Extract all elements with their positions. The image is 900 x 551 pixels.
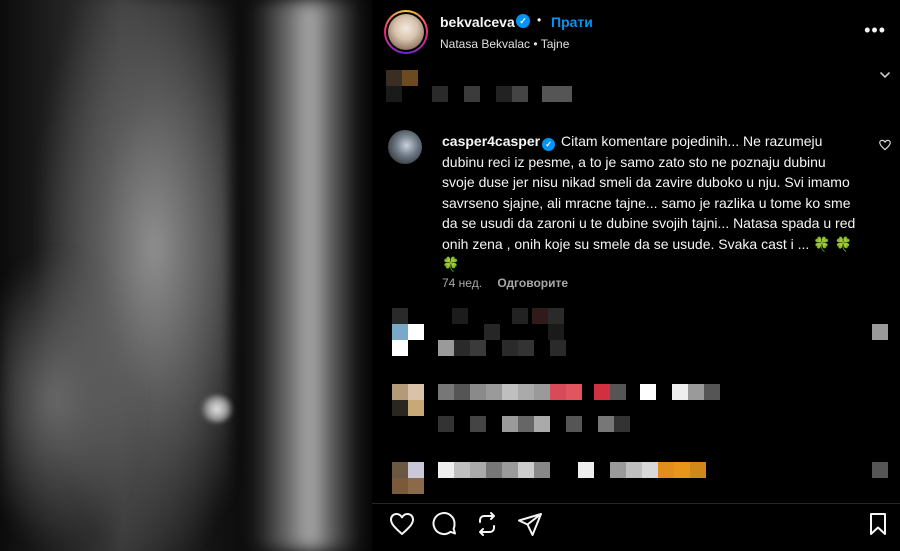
post-side-panel: bekvalceva ✓ • Прати Natasa Bekvalac • T… bbox=[372, 0, 900, 551]
reply-button[interactable]: Одговорите bbox=[497, 276, 568, 290]
comment-body: casper4casper ✓ Citam komentare pojedinih… bbox=[442, 131, 862, 275]
photo-highlight bbox=[200, 395, 234, 423]
repost-icon[interactable] bbox=[473, 510, 501, 538]
author-username[interactable]: bekvalceva bbox=[440, 14, 515, 30]
author-avatar[interactable] bbox=[384, 10, 428, 54]
chevron-down-icon[interactable] bbox=[878, 68, 892, 82]
share-icon[interactable] bbox=[516, 510, 544, 538]
bookmark-icon[interactable] bbox=[864, 510, 892, 538]
heart-icon[interactable] bbox=[878, 138, 892, 152]
post-header: bekvalceva ✓ • Прати Natasa Bekvalac • T… bbox=[372, 0, 900, 64]
more-options-icon[interactable]: ••• bbox=[864, 20, 886, 41]
photo-blur-region bbox=[0, 250, 140, 550]
comment-icon[interactable] bbox=[430, 510, 458, 538]
comment-time: 74 нед. bbox=[442, 276, 483, 290]
audio-track-label[interactable]: Natasa Bekvalac • Tajne bbox=[440, 37, 569, 51]
actions-divider bbox=[372, 503, 900, 504]
follow-button[interactable]: Прати bbox=[551, 14, 593, 30]
commenter-avatar[interactable] bbox=[388, 130, 422, 164]
post-action-bar bbox=[372, 508, 900, 540]
comment-meta: 74 нед. Одговорите bbox=[442, 276, 568, 290]
heart-icon[interactable] bbox=[388, 510, 416, 538]
post-media-image[interactable] bbox=[0, 0, 372, 551]
separator-dot: • bbox=[537, 13, 542, 27]
verified-badge-icon: ✓ bbox=[516, 14, 530, 28]
verified-badge-icon: ✓ bbox=[542, 138, 556, 151]
commenter-username[interactable]: casper4casper bbox=[442, 133, 540, 149]
comment-text: Citam komentare pojedinih... Ne razumeju… bbox=[442, 133, 856, 252]
photo-blur-region bbox=[250, 0, 360, 551]
